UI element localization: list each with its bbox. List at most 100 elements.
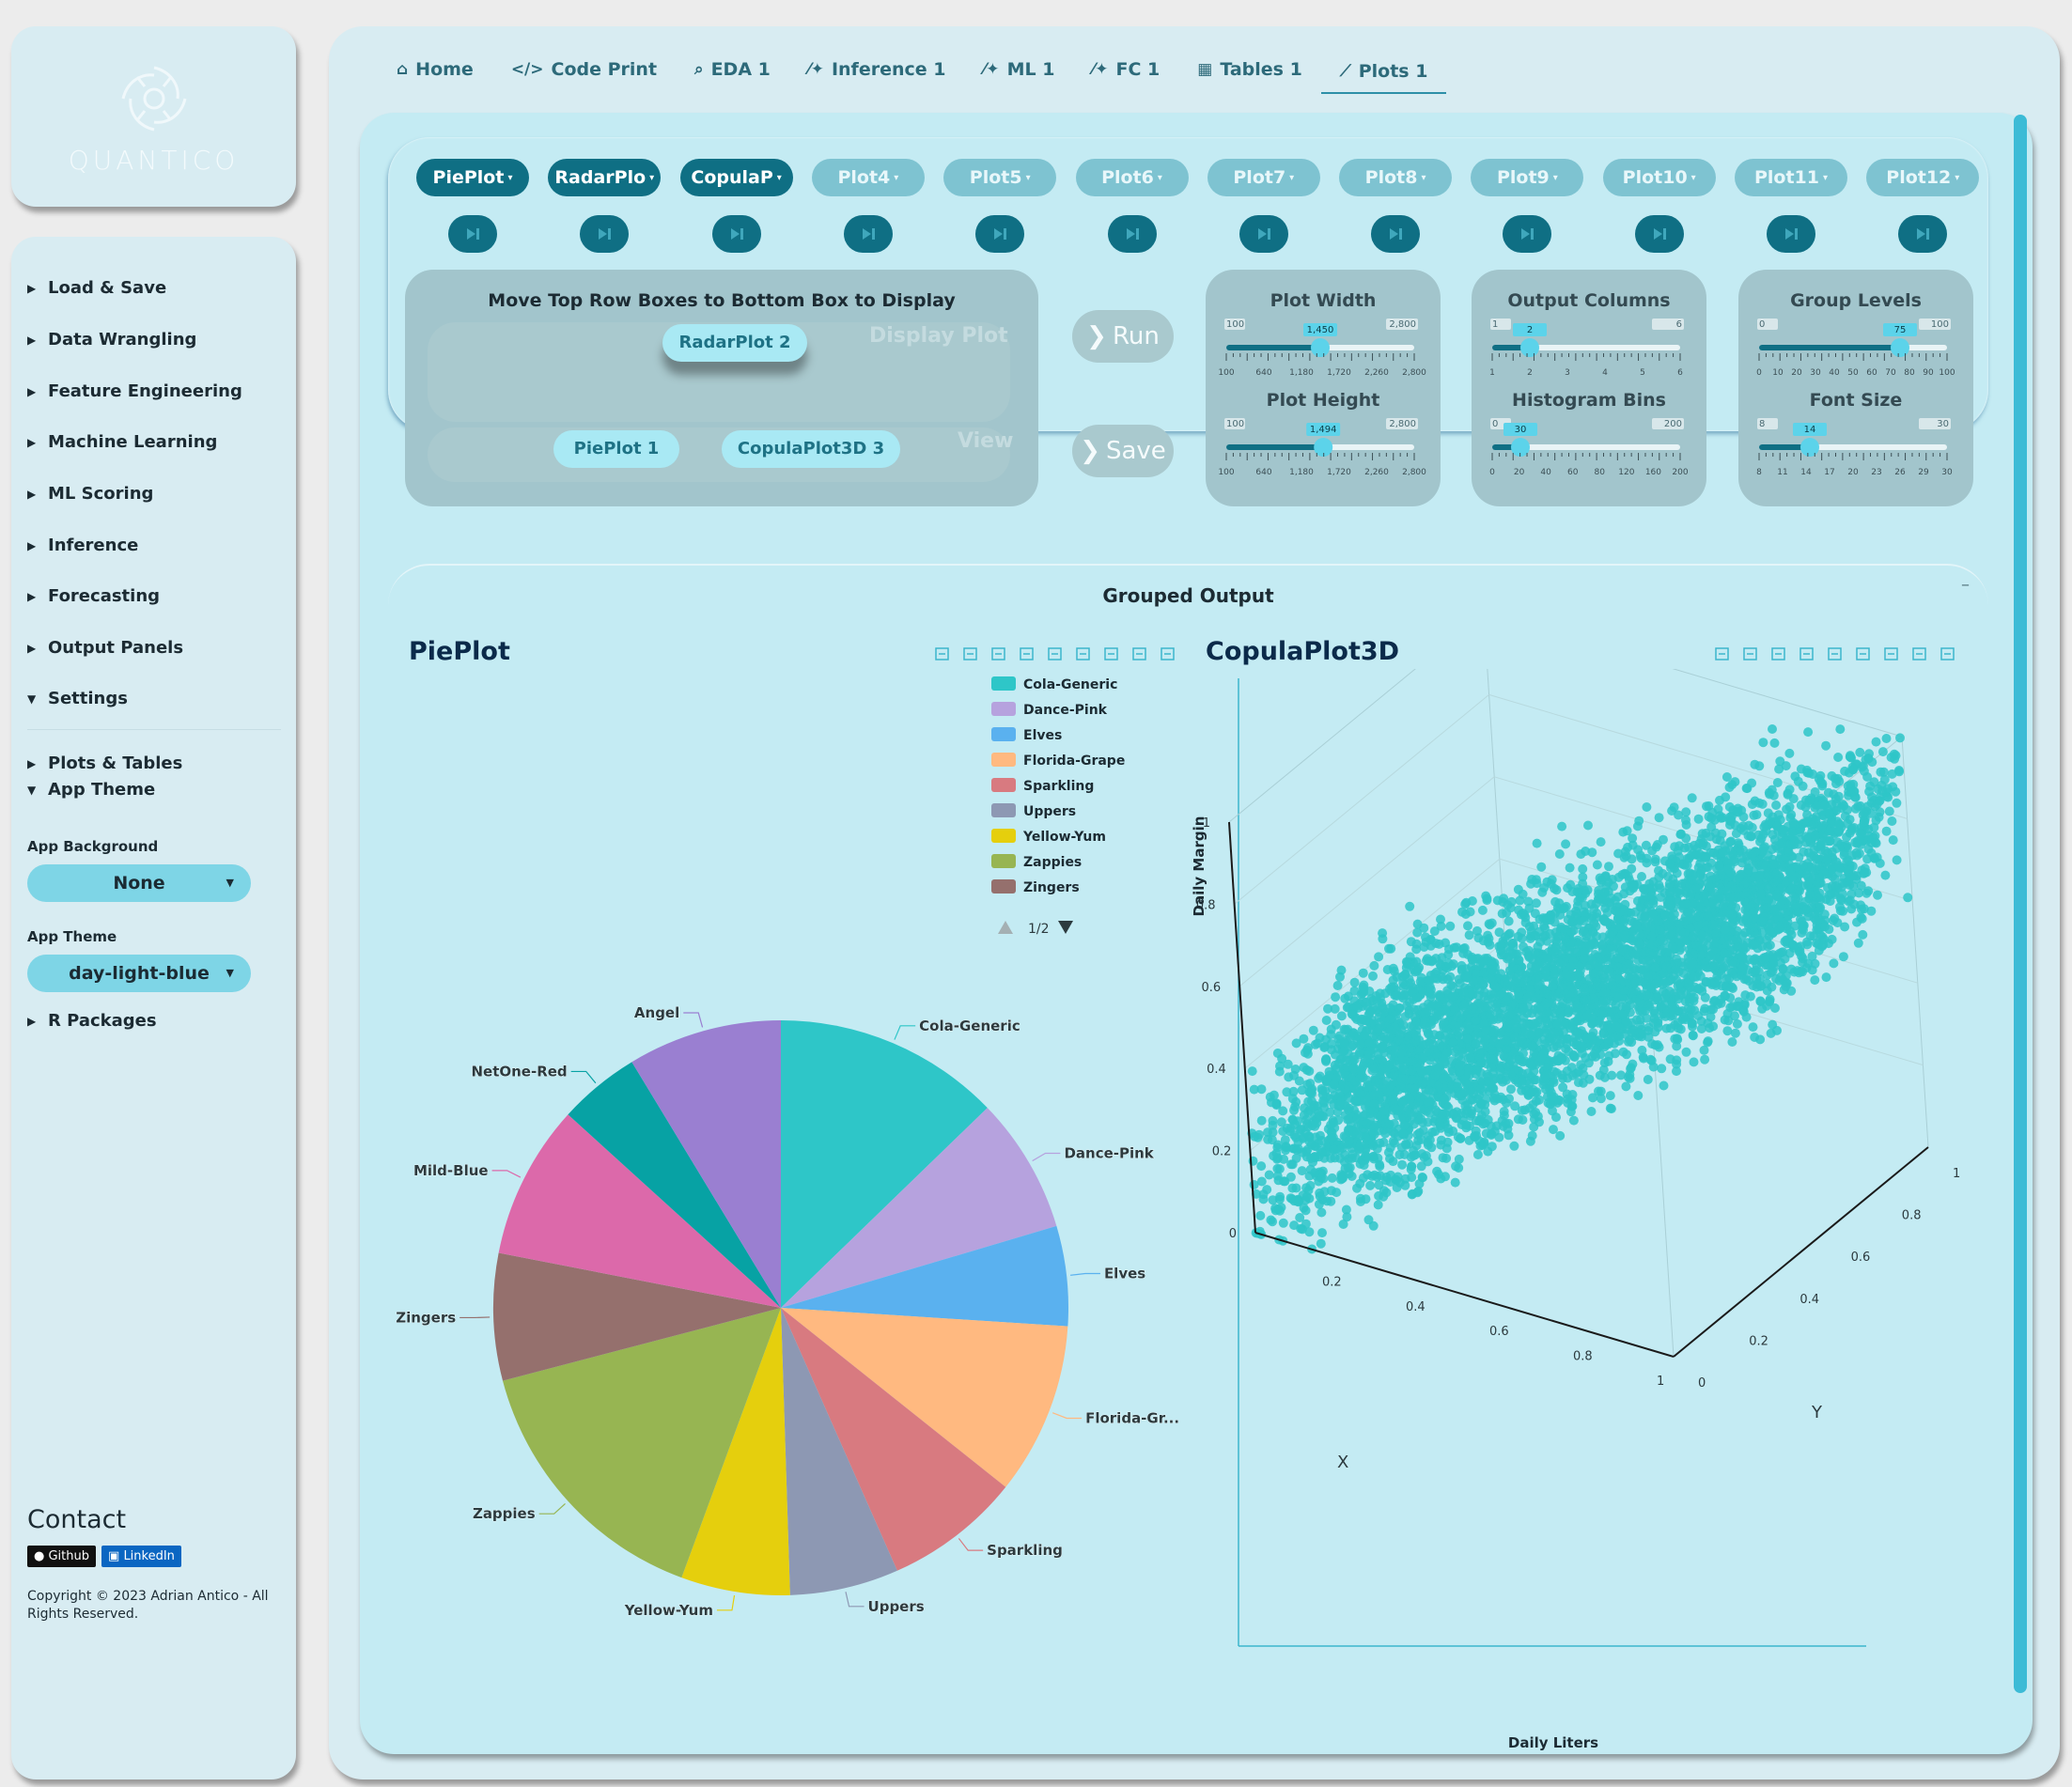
group-levels-slider[interactable]: 0 100750 10 20 30 40 50 60 70 80 90 100 [1738, 317, 1973, 381]
copula-rotate-icon[interactable] [1854, 645, 1873, 663]
play-next-button-12[interactable] [1898, 215, 1948, 253]
legend-swatch[interactable] [991, 854, 1016, 868]
play-next-button-10[interactable] [1634, 215, 1684, 253]
plot-width-slider[interactable]: 100 2,8001,450100 640 1,180 1,720 2,260 2,800 [1206, 317, 1441, 381]
sidebar-item-machine-learning[interactable]: ▶ Machine Learning [27, 432, 217, 452]
plot-selector-11[interactable]: Plot11 ▾ [1735, 159, 1847, 196]
copula-reset-icon[interactable] [1882, 645, 1901, 663]
sidebar-item-inference[interactable]: ▶ Inference [27, 536, 138, 555]
plot-selector-9[interactable]: Plot9 ▾ [1471, 159, 1584, 196]
save-button[interactable]: ❯ Save [1072, 425, 1174, 477]
legend-entry[interactable]: Sparkling [1023, 779, 1094, 794]
tab-plots-1[interactable]: ⟋ Plots 1 [1320, 51, 1447, 94]
legend-entry[interactable]: Dance-Pink [1023, 703, 1108, 718]
run-button[interactable]: ❯ Run [1072, 310, 1174, 363]
legend-entry[interactable]: Zingers [1023, 880, 1080, 895]
sidebar-item-data-wrangling[interactable]: ▶ Data Wrangling [27, 330, 196, 350]
slider-handle[interactable] [1311, 338, 1330, 357]
legend-next-icon[interactable] [1058, 921, 1073, 934]
legend-swatch[interactable] [991, 778, 1016, 792]
chip-copulaplot3d[interactable]: CopulaPlot3D 3 [722, 430, 900, 468]
copula-close-icon[interactable] [1939, 645, 1957, 663]
copula-zoom-icon[interactable] [1713, 645, 1732, 663]
collapse-icon[interactable]: – [1961, 575, 1970, 595]
plot-selector-7[interactable]: Plot7 ▾ [1207, 159, 1320, 196]
copula-download-icon[interactable] [1769, 645, 1788, 663]
tab-ml-1[interactable]: ⁄✦ ML 1 [964, 51, 1073, 88]
pie-lasso-icon[interactable] [1046, 645, 1065, 663]
copula-fullscreen-icon[interactable] [1798, 645, 1816, 663]
plot-selector-10[interactable]: Plot10 ▾ [1602, 159, 1716, 196]
sidebar-item-r-packages[interactable]: ▶ R Packages [27, 1011, 157, 1031]
legend-entry[interactable]: Yellow-Yum [1022, 830, 1106, 845]
legend-swatch[interactable] [991, 727, 1016, 741]
pie-save-view-icon[interactable] [1130, 645, 1149, 663]
pie-close-icon[interactable] [1159, 645, 1177, 663]
github-badge[interactable]: ● Github [27, 1546, 96, 1567]
plot-selector-1[interactable]: PiePlot ▾ [416, 159, 529, 196]
copula-save-view-icon[interactable] [1910, 645, 1929, 663]
font-size-slider[interactable]: 8 30148 11 14 17 20 23 26 29 30 [1738, 416, 1973, 480]
play-next-button-6[interactable] [1107, 215, 1157, 253]
play-next-button-3[interactable] [711, 215, 761, 253]
pie-zoom-icon[interactable] [933, 645, 952, 663]
sidebar-item-settings[interactable]: ▼ Settings [27, 689, 128, 708]
legend-entry[interactable]: Elves [1023, 728, 1062, 743]
sidebar-item-app-theme[interactable]: ▼ App Theme [27, 780, 155, 800]
copula-zoom-reset-icon[interactable] [1741, 645, 1760, 663]
sidebar-item-ml-scoring[interactable]: ▶ ML Scoring [27, 484, 153, 504]
plot-selector-8[interactable]: Plot8 ▾ [1339, 159, 1453, 196]
play-next-button-9[interactable] [1503, 215, 1552, 253]
tab-home[interactable]: ⌂ Home [378, 51, 492, 88]
plot-height-slider[interactable]: 100 2,8001,494100 640 1,180 1,720 2,260 2,800 [1206, 416, 1441, 480]
slider-handle[interactable] [1891, 338, 1909, 357]
play-next-button-2[interactable] [580, 215, 630, 253]
legend-entry[interactable]: Uppers [1023, 804, 1076, 819]
sidebar-item-output-panels[interactable]: ▶ Output Panels [27, 638, 183, 658]
sidebar-item-feature-engineering[interactable]: ▶ Feature Engineering [27, 381, 242, 401]
sidebar-item-plots-tables[interactable]: ▶ Plots & Tables [27, 754, 182, 773]
sidebar-item-forecasting[interactable]: ▶ Forecasting [27, 586, 160, 606]
tab-eda-1[interactable]: ⌕ EDA 1 [676, 51, 789, 88]
histogram-bins-slider[interactable]: 0 200300 20 40 60 80 120 160 200 [1472, 416, 1706, 480]
plot-selector-12[interactable]: Plot12 ▾ [1866, 159, 1980, 196]
legend-swatch[interactable] [991, 753, 1016, 767]
chip-radarplot[interactable]: RadarPlot 2 [662, 324, 807, 362]
plot-selector-5[interactable]: Plot5 ▾ [943, 159, 1057, 196]
plot-selector-4[interactable]: Plot4 ▾ [811, 159, 925, 196]
chip-pieplot[interactable]: PiePlot 1 [553, 430, 679, 468]
pie-reset-icon[interactable] [1102, 645, 1121, 663]
play-next-button-5[interactable] [975, 215, 1025, 253]
legend-swatch[interactable] [991, 829, 1016, 843]
slider-handle[interactable] [1520, 338, 1539, 357]
legend-entry[interactable]: Zappies [1023, 855, 1082, 870]
plot-selector-6[interactable]: Plot6 ▾ [1075, 159, 1189, 196]
legend-entry[interactable]: Florida-Grape [1023, 754, 1125, 769]
tab-fc-1[interactable]: ⁄✦ FC 1 [1073, 51, 1178, 88]
play-next-button-11[interactable] [1767, 215, 1815, 253]
pie-fullscreen-icon[interactable] [1018, 645, 1036, 663]
pie-zoom-reset-icon[interactable] [961, 645, 980, 663]
plot-selector-2[interactable]: RadarPlo ▾ [548, 159, 662, 196]
view-dropzone[interactable]: View PiePlot 1 CopulaPlot3D 3 [428, 427, 1013, 482]
legend-swatch[interactable] [991, 879, 1016, 894]
app-background-select[interactable]: None ▼ [27, 864, 251, 902]
legend-swatch[interactable] [991, 803, 1016, 817]
play-next-button-1[interactable] [448, 215, 497, 253]
linkedin-badge[interactable]: ▣ LinkedIn [101, 1546, 181, 1567]
display-plot-dropzone[interactable]: Display Plot RadarPlot 2 [428, 322, 1010, 422]
pie-rotate-icon[interactable] [1074, 645, 1093, 663]
output-columns-slider[interactable]: 1 621 2 3 4 5 6 [1472, 317, 1706, 381]
legend-prev-icon[interactable] [998, 921, 1013, 934]
copula-lasso-icon[interactable] [1826, 645, 1845, 663]
pie-download-icon[interactable] [989, 645, 1008, 663]
slider-handle[interactable] [1800, 438, 1819, 457]
legend-swatch[interactable] [991, 676, 1016, 691]
play-next-button-4[interactable] [843, 215, 893, 253]
tab-inference-1[interactable]: ⁄✦ Inference 1 [789, 51, 965, 88]
legend-entry[interactable]: Cola-Generic [1023, 677, 1117, 692]
tab-tables-1[interactable]: ▦ Tables 1 [1178, 51, 1321, 88]
tab-code-print[interactable]: </> Code Print [492, 51, 676, 88]
legend-swatch[interactable] [991, 702, 1016, 716]
sidebar-item-load-save[interactable]: ▶ Load & Save [27, 278, 166, 298]
